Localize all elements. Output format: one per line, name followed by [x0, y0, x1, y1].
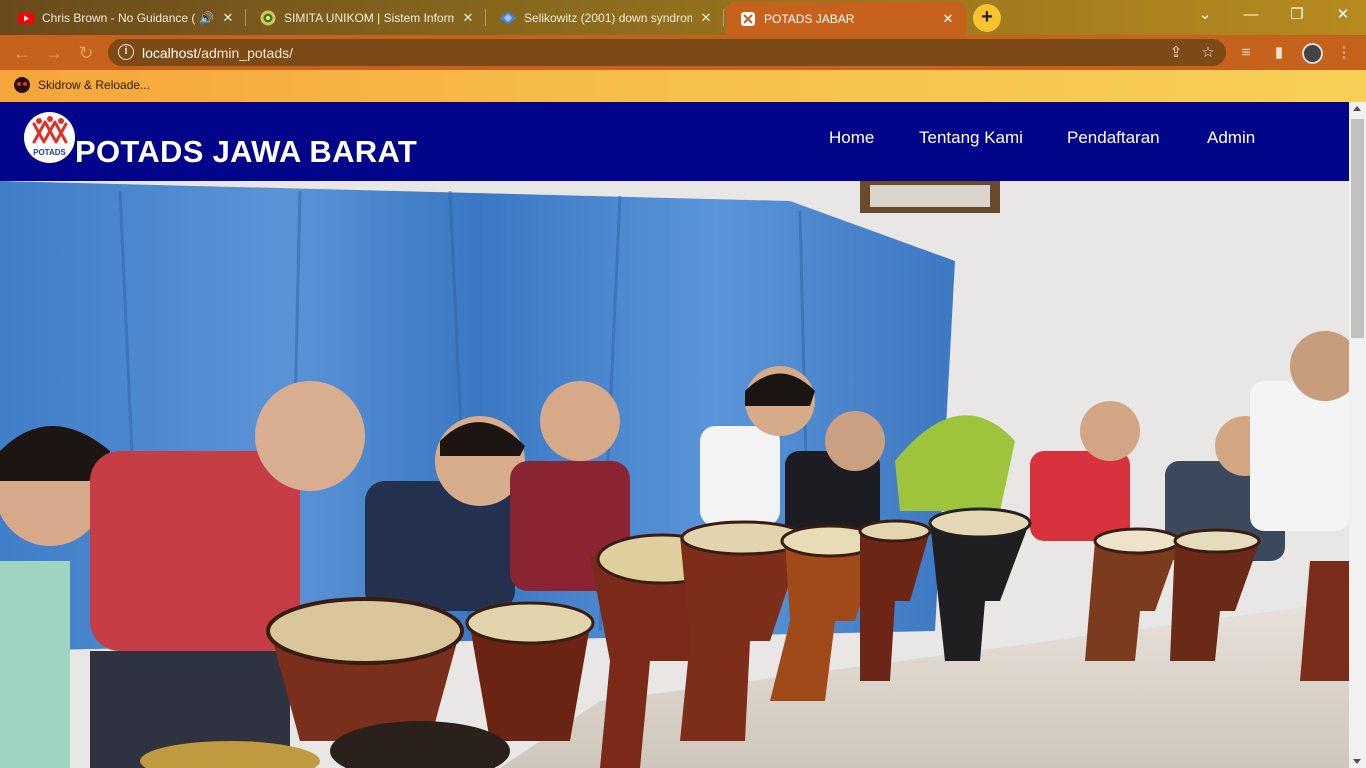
- site-info-icon[interactable]: i: [118, 44, 134, 60]
- hero-image: [0, 181, 1349, 768]
- scrollbar-thumb[interactable]: [1351, 119, 1364, 338]
- tab-youtube[interactable]: Chris Brown - No Guidance ( 🔊 ✕: [4, 0, 246, 35]
- nav-pendaftaran[interactable]: Pendaftaran: [1067, 128, 1160, 148]
- restore-button[interactable]: ❐: [1274, 0, 1320, 32]
- nav-home[interactable]: Home: [829, 128, 874, 148]
- potads-logo[interactable]: POTADS: [24, 112, 75, 163]
- media-control-icon[interactable]: ≡: [1236, 43, 1256, 63]
- youtube-icon: [18, 10, 34, 26]
- unikom-icon: [260, 10, 276, 26]
- share-icon[interactable]: ⇪: [1166, 43, 1186, 63]
- tab-potads[interactable]: POTADS JABAR ✕: [726, 2, 966, 35]
- tab-search-chevron-icon[interactable]: ⌄: [1182, 0, 1228, 32]
- nav-tentang-kami[interactable]: Tentang Kami: [919, 128, 1023, 148]
- scholar-icon: [500, 10, 516, 26]
- profile-avatar[interactable]: [1302, 43, 1323, 64]
- reload-icon[interactable]: ↻: [74, 41, 98, 65]
- close-icon[interactable]: ✕: [698, 10, 714, 26]
- page-scrollbar[interactable]: [1349, 102, 1366, 768]
- skidrow-icon: [14, 77, 30, 93]
- tab-title: Selikowitz (2001) down syndrome: [524, 10, 692, 25]
- tab-title: Chris Brown - No Guidance (: [42, 10, 196, 25]
- site-navbar: POTADS POTADS JAWA BARAT Home Tentang Ka…: [0, 102, 1349, 181]
- close-icon[interactable]: ✕: [220, 10, 236, 26]
- logo-text: POTADS: [33, 148, 66, 157]
- scroll-up-arrow-icon[interactable]: [1353, 106, 1361, 111]
- close-icon[interactable]: ✕: [940, 11, 956, 27]
- window-close-button[interactable]: ✕: [1320, 0, 1366, 32]
- more-menu-icon[interactable]: ⋮: [1334, 43, 1354, 63]
- site-brand[interactable]: POTADS JAWA BARAT: [75, 134, 417, 170]
- url-path: /admin_potads/: [197, 45, 293, 61]
- nav-admin[interactable]: Admin: [1207, 128, 1255, 148]
- tab-strip: Chris Brown - No Guidance ( 🔊 ✕ SIMITA U…: [0, 0, 1366, 35]
- browser-toolbar: ← → ↻ i localhost/admin_potads/ ⇪ ☆ ≡ ▮ …: [0, 35, 1366, 70]
- tab-scholar[interactable]: Selikowitz (2001) down syndrome ✕: [486, 0, 724, 35]
- minimize-button[interactable]: —: [1228, 0, 1274, 32]
- tab-title: SIMITA UNIKOM | Sistem Informa: [284, 10, 454, 25]
- speaker-icon[interactable]: 🔊: [199, 11, 214, 25]
- bookmark-item[interactable]: Skidrow & Reloade...: [14, 77, 150, 93]
- bookmark-star-icon[interactable]: ☆: [1198, 43, 1218, 63]
- url-text: localhost/admin_potads/: [142, 45, 293, 61]
- tab-title: POTADS JABAR: [764, 11, 855, 26]
- back-arrow-icon[interactable]: ←: [10, 41, 34, 65]
- forward-arrow-icon[interactable]: →: [42, 41, 66, 65]
- new-tab-button[interactable]: +: [973, 4, 1001, 32]
- url-host: localhost: [142, 45, 198, 61]
- address-bar[interactable]: i localhost/admin_potads/ ⇪ ☆: [108, 39, 1226, 66]
- potads-icon: [740, 11, 756, 27]
- bookmarks-bar: Skidrow & Reloade...: [0, 70, 1366, 102]
- side-panel-icon[interactable]: ▮: [1269, 43, 1289, 63]
- tab-simita[interactable]: SIMITA UNIKOM | Sistem Informa ✕: [246, 0, 486, 35]
- page-viewport: POTADS POTADS JAWA BARAT Home Tentang Ka…: [0, 102, 1349, 768]
- close-icon[interactable]: ✕: [460, 10, 476, 26]
- bookmark-label: Skidrow & Reloade...: [38, 78, 151, 92]
- scroll-down-arrow-icon[interactable]: [1353, 759, 1361, 764]
